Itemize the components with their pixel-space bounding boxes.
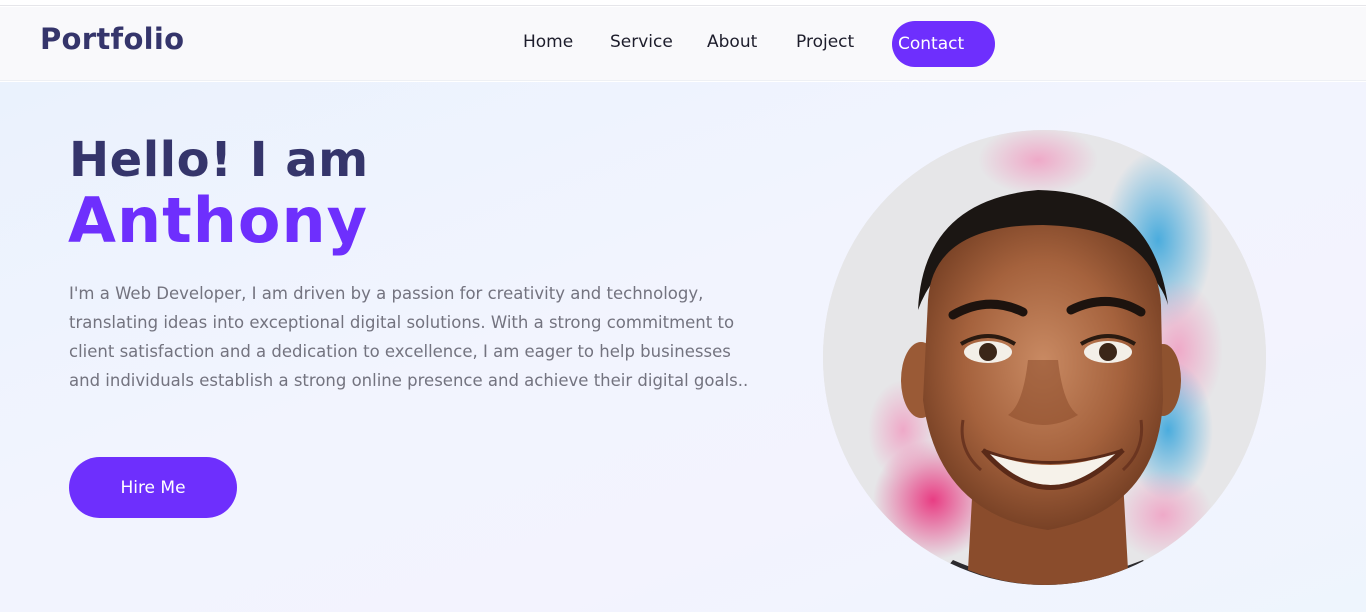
nav-service-link[interactable]: Service xyxy=(610,32,673,52)
nav-project-link[interactable]: Project xyxy=(796,32,854,52)
avatar-illustration-icon xyxy=(823,130,1266,585)
main-nav: Home Service About Project Contact xyxy=(0,21,1366,67)
site-header: Portfolio Home Service About Project Con… xyxy=(0,7,1366,81)
contact-button[interactable]: Contact xyxy=(892,21,995,67)
hero-bio: I'm a Web Developer, I am driven by a pa… xyxy=(69,284,749,390)
hero-name: Anthony xyxy=(68,184,369,257)
hero-section: Hello! I am Anthony I'm a Web Developer,… xyxy=(0,82,1366,612)
nav-about-link[interactable]: About xyxy=(707,32,757,52)
hire-me-button[interactable]: Hire Me xyxy=(69,457,237,518)
nav-home-link[interactable]: Home xyxy=(523,32,573,52)
avatar xyxy=(823,130,1266,585)
hero-greeting: Hello! I am xyxy=(69,132,369,188)
top-border xyxy=(0,0,1366,6)
